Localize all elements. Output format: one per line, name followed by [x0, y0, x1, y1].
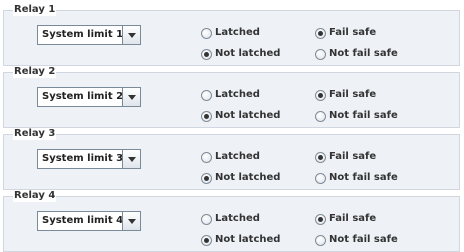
not-fail-safe-label: Not fail safe: [329, 110, 398, 121]
latched-radio[interactable]: Latched: [201, 26, 260, 40]
relay-title: Relay 1: [13, 4, 57, 16]
radio-circle-icon: [315, 234, 326, 246]
fail-safe-radio[interactable]: Fail safe: [315, 88, 376, 102]
radio-circle-icon: [315, 172, 326, 184]
latched-label: Latched: [215, 213, 260, 224]
system-limit-select[interactable]: System limit 2: [37, 87, 141, 107]
not-fail-safe-radio[interactable]: Not fail safe: [315, 233, 398, 247]
latched-radio[interactable]: Latched: [201, 88, 260, 102]
system-limit-value: System limit 4: [42, 215, 124, 226]
chevron-down-icon: [128, 157, 136, 162]
radio-circle-icon: [201, 151, 212, 163]
relay-title: Relay 4: [13, 190, 57, 202]
fail-safe-radio[interactable]: Fail safe: [315, 150, 376, 164]
radio-circle-icon: [201, 27, 212, 39]
relay-title: Relay 2: [13, 66, 57, 78]
not-fail-safe-radio[interactable]: Not fail safe: [315, 47, 398, 61]
system-limit-select[interactable]: System limit 3: [37, 149, 141, 169]
radio-selected-icon: [315, 151, 326, 163]
radio-circle-icon: [315, 110, 326, 122]
not-fail-safe-label: Not fail safe: [329, 234, 398, 245]
radio-selected-icon: [201, 172, 212, 184]
latched-label: Latched: [215, 151, 260, 162]
not-fail-safe-label: Not fail safe: [329, 48, 398, 59]
system-limit-select[interactable]: System limit 1: [37, 25, 141, 45]
not-latched-label: Not latched: [215, 110, 281, 121]
fail-safe-label: Fail safe: [329, 151, 377, 162]
not-latched-radio[interactable]: Not latched: [201, 47, 280, 61]
dropdown-button[interactable]: [122, 26, 140, 44]
not-latched-radio[interactable]: Not latched: [201, 233, 280, 247]
radio-selected-icon: [315, 27, 326, 39]
not-fail-safe-radio[interactable]: Not fail safe: [315, 109, 398, 123]
latched-radio[interactable]: Latched: [201, 150, 260, 164]
not-latched-label: Not latched: [215, 48, 281, 59]
system-limit-value: System limit 1: [42, 29, 124, 40]
fail-safe-radio[interactable]: Fail safe: [315, 26, 376, 40]
dropdown-button[interactable]: [122, 212, 140, 230]
radio-circle-icon: [315, 48, 326, 60]
radio-circle-icon: [201, 213, 212, 225]
relay-2-panel: Relay 2 System limit 2 Latched Not latch…: [3, 66, 460, 128]
chevron-down-icon: [128, 33, 136, 38]
fail-safe-label: Fail safe: [329, 27, 377, 38]
radio-selected-icon: [201, 234, 212, 246]
dropdown-button[interactable]: [122, 150, 140, 168]
not-latched-radio[interactable]: Not latched: [201, 171, 280, 185]
relay-4-panel: Relay 4 System limit 4 Latched Not latch…: [3, 190, 460, 252]
relay-title: Relay 3: [13, 128, 57, 140]
chevron-down-icon: [128, 95, 136, 100]
dropdown-button[interactable]: [122, 88, 140, 106]
latched-label: Latched: [215, 27, 260, 38]
latched-label: Latched: [215, 89, 260, 100]
chevron-down-icon: [128, 219, 136, 224]
relay-3-panel: Relay 3 System limit 3 Latched Not latch…: [3, 128, 460, 190]
system-limit-select[interactable]: System limit 4: [37, 211, 141, 231]
not-latched-radio[interactable]: Not latched: [201, 109, 280, 123]
fail-safe-label: Fail safe: [329, 213, 377, 224]
radio-selected-icon: [315, 213, 326, 225]
latched-radio[interactable]: Latched: [201, 212, 260, 226]
not-latched-label: Not latched: [215, 172, 281, 183]
radio-selected-icon: [315, 89, 326, 101]
system-limit-value: System limit 3: [42, 153, 124, 164]
not-latched-label: Not latched: [215, 234, 281, 245]
relay-1-panel: Relay 1 System limit 1 Latched Not latch…: [3, 4, 460, 66]
system-limit-value: System limit 2: [42, 91, 124, 102]
radio-selected-icon: [201, 110, 212, 122]
not-fail-safe-radio[interactable]: Not fail safe: [315, 171, 398, 185]
not-fail-safe-label: Not fail safe: [329, 172, 398, 183]
radio-selected-icon: [201, 48, 212, 60]
fail-safe-label: Fail safe: [329, 89, 377, 100]
radio-circle-icon: [201, 89, 212, 101]
fail-safe-radio[interactable]: Fail safe: [315, 212, 376, 226]
